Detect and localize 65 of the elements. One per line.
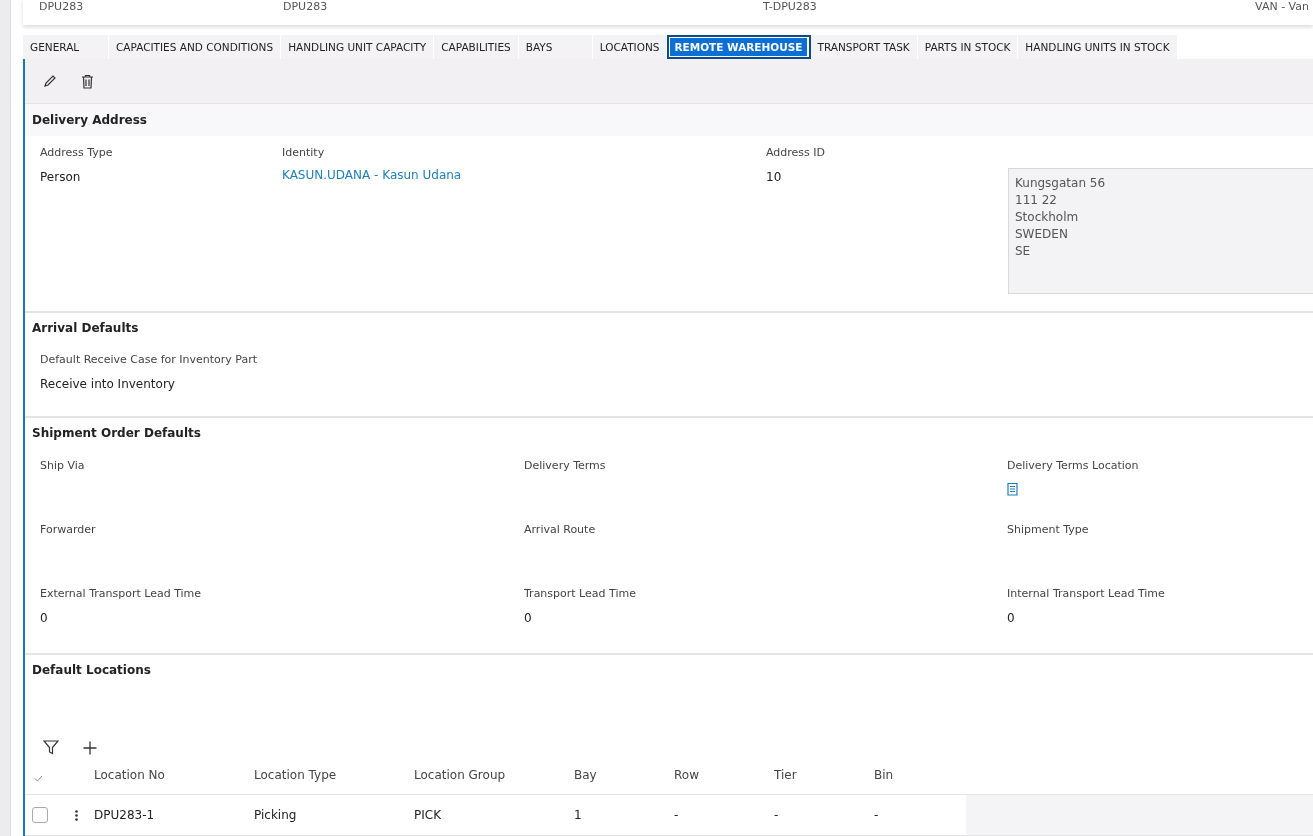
column-header: Location No [94, 768, 165, 782]
table-cell: - [674, 808, 679, 822]
add-icon[interactable] [83, 741, 97, 755]
address-line: SWEDEN [1015, 226, 1069, 243]
field-label: Default Receive Case for Inventory Part [40, 353, 258, 366]
table-cell: PICK [414, 808, 442, 822]
column-header: Tier [774, 768, 797, 782]
field-label: Identity [282, 146, 325, 159]
tab[interactable]: HANDLING UNITS IN STOCK [1018, 35, 1178, 59]
field-label: Shipment Type [1007, 523, 1089, 536]
field-label: External Transport Lead Time [40, 587, 202, 600]
identity-link[interactable]: KASUN.UDANA - Kasun Udana [282, 168, 462, 182]
field-label: Transport Lead Time [524, 587, 636, 600]
table-cell: - [774, 808, 779, 822]
table-cell: - [874, 808, 879, 822]
row-checkbox[interactable] [32, 807, 48, 823]
address-line: Kungsgatan 56 [1015, 175, 1107, 192]
header-value: VAN - Van [1255, 1, 1309, 13]
field-value: 10 [766, 170, 782, 184]
section-title: Delivery Address [32, 113, 147, 127]
field-value: Receive into Inventory [40, 377, 175, 391]
delete-icon[interactable] [81, 73, 94, 89]
table-cell: 1 [574, 808, 582, 822]
section-title: Arrival Defaults [32, 321, 139, 335]
header-value: DPU283 [39, 1, 84, 13]
section-title: Shipment Order Defaults [32, 426, 201, 440]
check-icon [34, 774, 43, 782]
tab[interactable]: GENERAL [23, 35, 109, 59]
address-line: SE [1015, 243, 1032, 260]
column-header: Bay [574, 768, 597, 782]
table-cell: DPU283-1 [94, 808, 155, 822]
field-value: 0 [1007, 611, 1015, 625]
field-label: Address Type [40, 146, 113, 159]
edit-icon[interactable] [43, 74, 57, 88]
address-line: 111 22 [1015, 192, 1058, 209]
field-label: Delivery Terms [524, 459, 606, 472]
more-icon[interactable] [74, 809, 78, 821]
field-label: Address ID [766, 146, 826, 159]
tab[interactable]: HANDLING UNIT CAPACITY [281, 35, 435, 59]
field-label: Delivery Terms Location [1007, 459, 1139, 472]
column-header: Location Group [414, 768, 506, 782]
filter-icon[interactable] [43, 740, 59, 755]
tab[interactable]: REMOTE WAREHOUSE [667, 35, 811, 59]
column-header: Row [674, 768, 699, 782]
tab[interactable]: TRANSPORT TASK [810, 35, 918, 59]
tab[interactable]: CAPABILITIES [434, 35, 519, 59]
tab[interactable]: BAYS [518, 35, 593, 59]
tab[interactable]: PARTS IN STOCK [917, 35, 1019, 59]
table-cell: Picking [254, 808, 297, 822]
section-title: Default Locations [32, 663, 151, 677]
address-line: Stockholm [1015, 209, 1080, 226]
field-value: 0 [524, 611, 532, 625]
tab[interactable]: LOCATIONS [592, 35, 668, 59]
field-value: 0 [40, 611, 48, 625]
field-label: Internal Transport Lead Time [1007, 587, 1165, 600]
column-header: Location Type [254, 768, 337, 782]
document-icon[interactable] [1007, 482, 1018, 496]
column-header: Bin [874, 768, 894, 782]
header-value: T-DPU283 [763, 1, 817, 13]
field-label: Ship Via [40, 459, 85, 472]
field-label: Forwarder [40, 523, 96, 536]
tab[interactable]: CAPACITIES AND CONDITIONS [109, 35, 282, 59]
field-label: Arrival Route [524, 523, 596, 536]
header-value: DPU283 [283, 1, 328, 13]
field-value: Person [40, 170, 81, 184]
